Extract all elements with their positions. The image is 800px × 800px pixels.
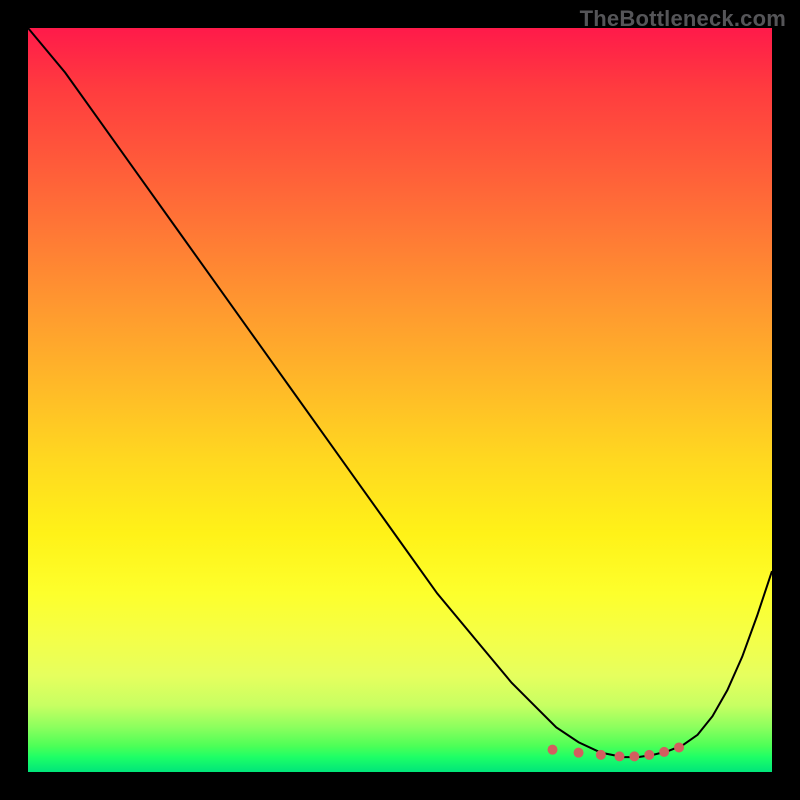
bottleneck-chart: TheBottleneck.com: [0, 0, 800, 800]
optimal-dot: [548, 745, 558, 755]
optimal-dot: [659, 747, 669, 757]
optimal-dot: [629, 751, 639, 761]
plot-area: [28, 28, 772, 772]
optimal-dot: [574, 748, 584, 758]
optimal-dot: [674, 742, 684, 752]
curve-overlay: [28, 28, 772, 772]
optimal-range-dots: [548, 742, 684, 761]
bottleneck-curve-line: [28, 28, 772, 757]
optimal-dot: [644, 750, 654, 760]
optimal-dot: [596, 750, 606, 760]
optimal-dot: [614, 751, 624, 761]
watermark-label: TheBottleneck.com: [580, 6, 786, 32]
